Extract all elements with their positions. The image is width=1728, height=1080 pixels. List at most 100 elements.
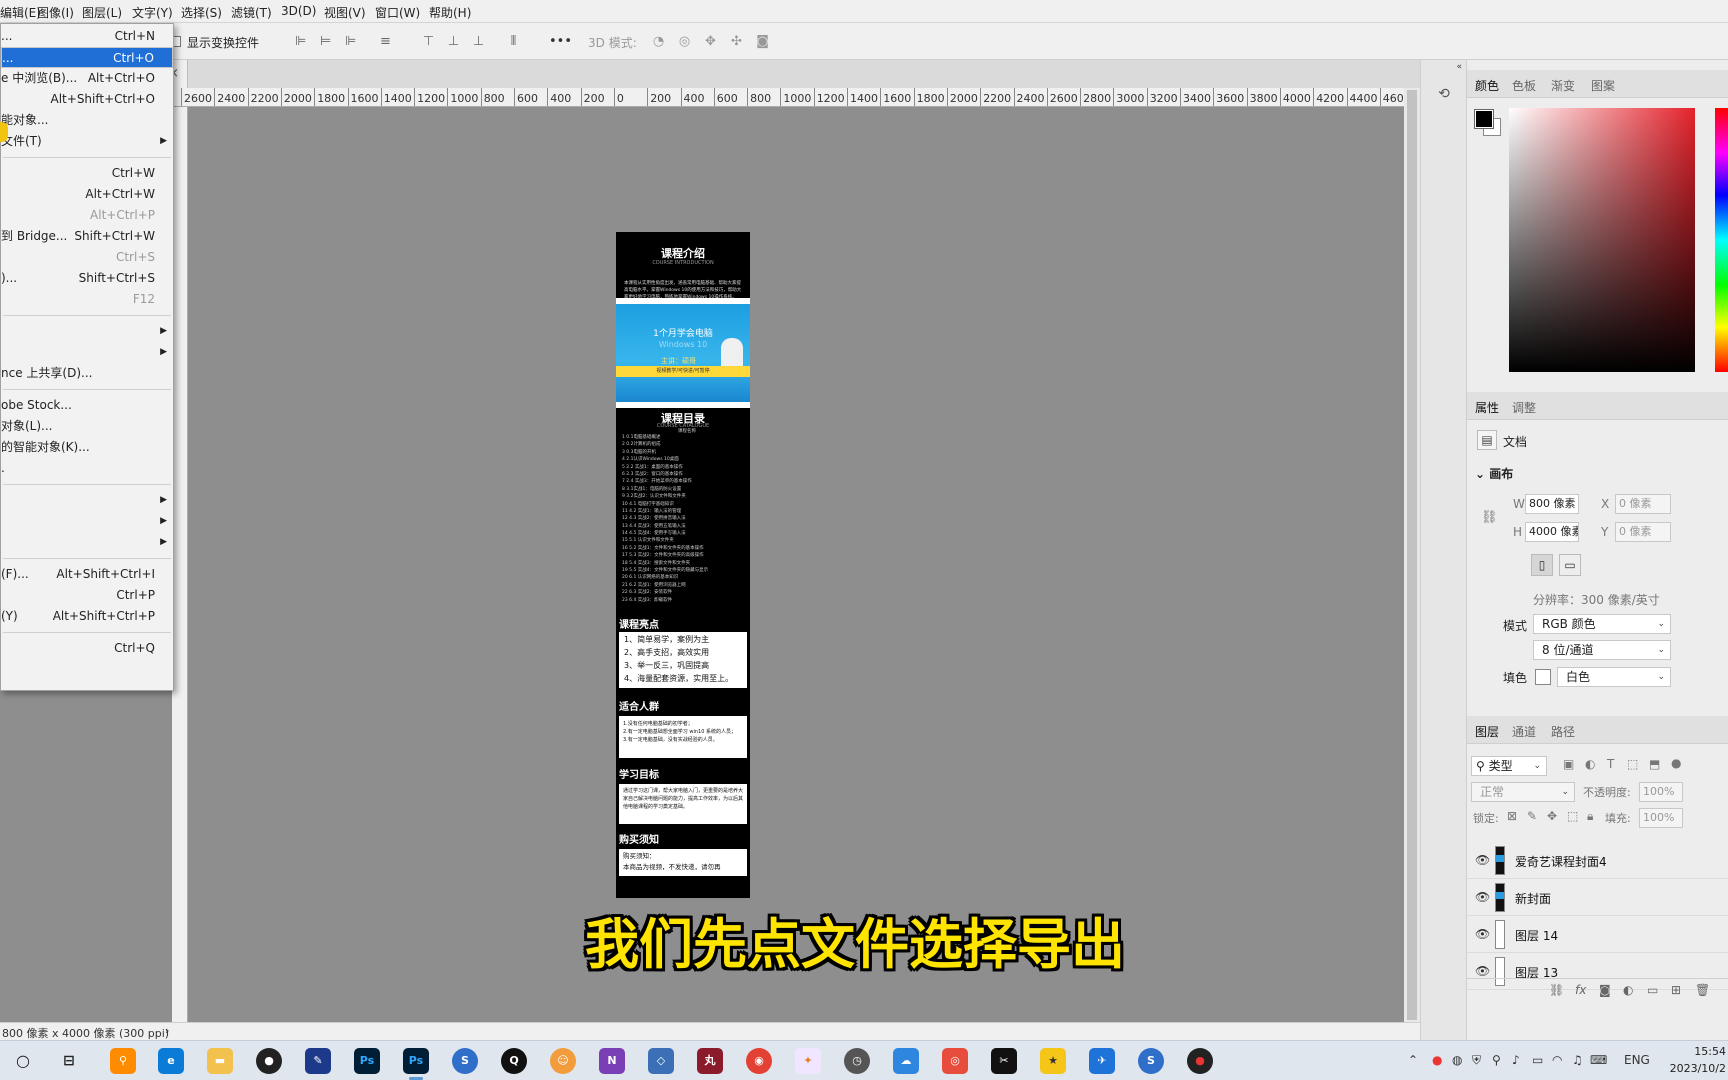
align-hcenter-icon[interactable]: ⊨ bbox=[318, 34, 333, 49]
lock-pixels-icon[interactable]: ⊠ bbox=[1507, 809, 1517, 823]
landscape-orientation-icon[interactable]: ▭ bbox=[1559, 554, 1581, 576]
lock-position-icon[interactable]: ✥ bbox=[1547, 809, 1557, 823]
tab-layers[interactable]: 图层 bbox=[1466, 716, 1508, 747]
history-icon[interactable]: ⟲ bbox=[1433, 86, 1455, 108]
3d-box-icon[interactable]: ◇ bbox=[648, 1048, 674, 1074]
menu-image[interactable]: 图像(I) bbox=[37, 4, 74, 21]
filter-pixel-icon[interactable]: ▣ bbox=[1563, 757, 1574, 771]
menu-window[interactable]: 窗口(W) bbox=[375, 4, 420, 21]
lock-artboard-icon[interactable]: ⬚ bbox=[1567, 809, 1578, 823]
photoshop-icon[interactable]: Ps bbox=[354, 1048, 380, 1074]
tray-record-icon[interactable]: ● bbox=[1432, 1053, 1442, 1067]
filter-type-icon[interactable]: T bbox=[1607, 757, 1614, 771]
filter-smart-icon[interactable]: ⬒ bbox=[1649, 757, 1660, 771]
filter-shape-icon[interactable]: ⬚ bbox=[1627, 757, 1638, 771]
file-menu-item[interactable]: )... Shift+Ctrl+S bbox=[1, 268, 173, 289]
search-app-icon[interactable]: ⚲ bbox=[110, 1048, 136, 1074]
edge-icon[interactable]: e bbox=[158, 1048, 184, 1074]
tab-adjustments[interactable]: 调整 bbox=[1512, 399, 1536, 416]
link-dimensions-icon[interactable]: ⛓ bbox=[1481, 510, 1498, 525]
lock-all-icon[interactable]: 🔒︎ bbox=[1587, 809, 1593, 824]
file-menu-item[interactable]: ▶ bbox=[1, 342, 173, 363]
file-menu-item[interactable]: nce 上共享(D)... bbox=[1, 363, 173, 384]
tab-channels[interactable]: 通道 bbox=[1512, 723, 1536, 740]
file-menu-item[interactable]: e 中浏览(B)... Alt+Ctrl+O bbox=[1, 68, 173, 89]
menu-type[interactable]: 文字(Y) bbox=[132, 4, 173, 21]
tab-gradients[interactable]: 渐变 bbox=[1551, 77, 1575, 94]
y-field[interactable]: 0 像素 bbox=[1615, 522, 1671, 542]
start-circle-icon[interactable]: ○ bbox=[10, 1048, 36, 1074]
new-layer-icon[interactable]: ⊞ bbox=[1671, 983, 1681, 997]
capture-app-icon[interactable]: ◎ bbox=[942, 1048, 968, 1074]
file-menu-item[interactable]: 文件(T) ▶ bbox=[1, 131, 173, 152]
menu-layer[interactable]: 图层(L) bbox=[82, 4, 122, 21]
status-arrow-icon[interactable]: › bbox=[165, 1024, 169, 1037]
align-vcenter-icon[interactable]: ⊥ bbox=[446, 34, 461, 49]
x-field[interactable]: 0 像素 bbox=[1615, 494, 1671, 514]
file-menu-item[interactable]: ▶ bbox=[1, 532, 173, 553]
tray-overflow-icon[interactable]: ⌃ bbox=[1408, 1053, 1418, 1067]
filter-toggle-icon[interactable]: ● bbox=[1671, 756, 1681, 770]
align-right-icon[interactable]: ⊫ bbox=[343, 34, 358, 49]
font-app-icon[interactable]: 丸 bbox=[697, 1048, 723, 1074]
tray-network-icon[interactable]: ▭ bbox=[1532, 1053, 1543, 1067]
layer-filter-select[interactable]: ⚲ 类型 ⌄ bbox=[1471, 756, 1547, 776]
tab-color[interactable]: 颜色 bbox=[1466, 70, 1508, 101]
hue-slider[interactable] bbox=[1715, 108, 1728, 372]
file-menu-item[interactable]: Alt+Ctrl+P bbox=[1, 205, 173, 226]
menu-view[interactable]: 视图(V) bbox=[324, 4, 366, 21]
collapse-panels-icon[interactable]: « bbox=[1456, 62, 1462, 72]
tab-properties[interactable]: 属性 bbox=[1466, 392, 1508, 423]
file-menu-item[interactable]: (Y) Alt+Shift+Ctrl+P bbox=[1, 606, 173, 627]
portrait-orientation-icon[interactable]: ▯ bbox=[1531, 554, 1553, 576]
photoshop-active-icon[interactable]: Ps bbox=[403, 1048, 429, 1080]
fill-opacity-field[interactable]: 100% bbox=[1639, 808, 1683, 828]
file-menu-item[interactable]: Alt+Shift+Ctrl+O bbox=[1, 89, 173, 110]
canvas-area[interactable] bbox=[188, 107, 1404, 1022]
fill-color-swatch[interactable] bbox=[1535, 669, 1551, 685]
system-clock[interactable]: 15:54 2023/10/2 bbox=[1670, 1043, 1726, 1077]
cloud-app-icon[interactable]: ☁ bbox=[893, 1048, 919, 1074]
file-menu-item[interactable]: ... Ctrl+N bbox=[1, 26, 173, 47]
roll-3d-icon[interactable]: ◎ bbox=[677, 34, 692, 49]
foreground-color-swatch[interactable] bbox=[1474, 109, 1494, 129]
height-field[interactable]: 4000 像素 bbox=[1525, 522, 1579, 542]
tray-shield-icon[interactable]: ⛨ bbox=[1472, 1053, 1481, 1068]
feishu-icon[interactable]: ✈ bbox=[1089, 1048, 1115, 1074]
file-menu-item[interactable]: 的智能对象(K)... bbox=[1, 437, 173, 458]
tray-app-icon[interactable]: ◍ bbox=[1452, 1053, 1462, 1067]
menu-edit[interactable]: 编辑(E) bbox=[0, 4, 41, 21]
layer-row[interactable]: 👁︎ 图层 14 bbox=[1467, 916, 1728, 953]
document-canvas[interactable]: 课程介绍 COURSE INTRODUCTION 本课程从实用性角度出发，涵盖常… bbox=[616, 232, 750, 898]
blend-mode-select[interactable]: 正常 ⌄ bbox=[1471, 782, 1575, 802]
fx-icon[interactable]: fx bbox=[1575, 983, 1586, 997]
color-field[interactable] bbox=[1509, 108, 1695, 372]
layer-name[interactable]: 图层 14 bbox=[1515, 927, 1558, 944]
canvas-section-title[interactable]: ⌄ 画布 bbox=[1475, 465, 1513, 482]
language-indicator[interactable]: ENG bbox=[1624, 1053, 1650, 1067]
tray-mic-icon[interactable]: ♪ bbox=[1512, 1053, 1520, 1067]
qq-icon[interactable]: Q bbox=[501, 1048, 527, 1074]
file-menu-item[interactable]: 到 Bridge... Shift+Ctrl+W bbox=[1, 226, 173, 247]
menu-select[interactable]: 选择(S) bbox=[181, 4, 222, 21]
tray-search-icon[interactable]: ⚲ bbox=[1492, 1053, 1501, 1067]
fill-select[interactable]: 白色 ⌄ bbox=[1557, 667, 1671, 687]
file-menu-item[interactable]: ▶ bbox=[1, 511, 173, 532]
layer-name[interactable]: 新封面 bbox=[1515, 890, 1551, 907]
visibility-eye-icon[interactable]: 👁︎ bbox=[1475, 853, 1490, 867]
filter-adjust-icon[interactable]: ◐ bbox=[1585, 757, 1595, 771]
chrome-icon[interactable]: ◉ bbox=[746, 1048, 772, 1074]
tab-patterns[interactable]: 图案 bbox=[1591, 77, 1615, 94]
file-menu-item[interactable]: 对象(L)... bbox=[1, 416, 173, 437]
task-view-icon[interactable]: ⊟ bbox=[56, 1048, 82, 1074]
recorder-icon[interactable]: ● bbox=[256, 1048, 282, 1074]
camera-3d-icon[interactable]: ◙ bbox=[755, 34, 770, 49]
brush-app-icon[interactable]: ✎ bbox=[305, 1048, 331, 1074]
avatar-app-icon[interactable]: ☺ bbox=[550, 1048, 576, 1074]
layer-row[interactable]: 👁︎ 新封面 bbox=[1467, 879, 1728, 916]
tab-swatches[interactable]: 色板 bbox=[1512, 77, 1536, 94]
visibility-eye-icon[interactable]: 👁︎ bbox=[1475, 890, 1490, 904]
scrollbar-thumb[interactable] bbox=[1407, 90, 1417, 1020]
file-menu-item[interactable]: (F)... Alt+Shift+Ctrl+I bbox=[1, 564, 173, 585]
tray-volume-icon[interactable]: ♫ bbox=[1572, 1053, 1583, 1067]
